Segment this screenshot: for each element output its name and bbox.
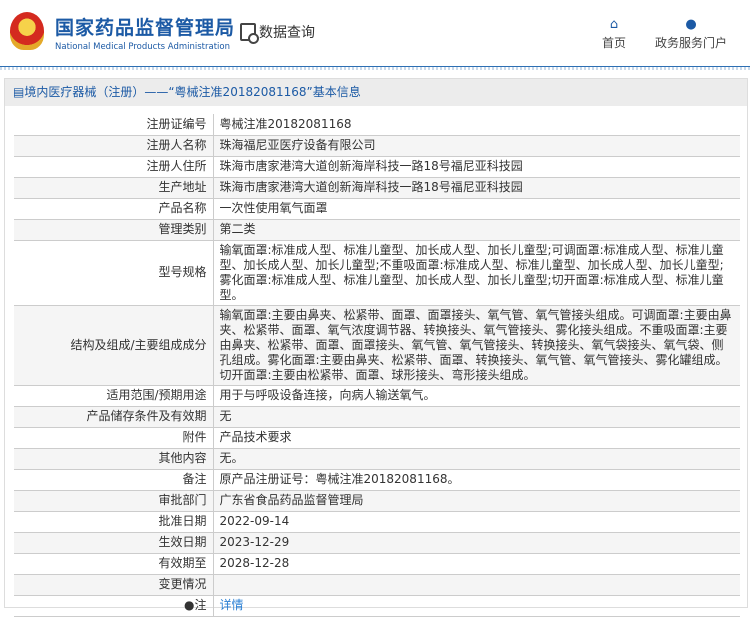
row-label: 备注 xyxy=(14,469,214,491)
table-row: 注册证编号 粤械注准20182081168 xyxy=(14,114,740,136)
row-value: 无 xyxy=(213,406,740,428)
row-label: 其他内容 xyxy=(14,448,214,470)
site-title-en: National Medical Products Administration xyxy=(55,42,230,52)
breadcrumb-text: 境内医疗器械（注册）——“粤械注准20182081168”基本信息 xyxy=(24,85,361,99)
data-query-link[interactable]: 数据查询 xyxy=(240,22,315,44)
row-label: 有效期至 xyxy=(14,553,214,575)
detail-panel: ▤境内医疗器械（注册）——“粤械注准20182081168”基本信息 注册证编号… xyxy=(4,78,748,617)
table-row: 型号规格 输氧面罩:标准成人型、标准儿童型、加长成人型、加长儿童型;可调面罩:标准… xyxy=(14,240,740,306)
nav-gov-service-label: 政务服务门户 xyxy=(655,36,728,50)
row-value: 产品技术要求 xyxy=(213,427,740,449)
row-value: 珠海福尼亚医疗设备有限公司 xyxy=(213,135,740,157)
row-value: 珠海市唐家港湾大道创新海岸科技一路18号福尼亚科技园 xyxy=(213,177,740,199)
data-query-label: 数据查询 xyxy=(259,25,315,41)
row-value: 原产品注册证号：粤械注准20182081168。 xyxy=(213,469,740,491)
table-row: 注册人名称 珠海福尼亚医疗设备有限公司 xyxy=(14,135,740,157)
row-label: 注册证编号 xyxy=(14,114,214,136)
row-label: 产品名称 xyxy=(14,198,214,220)
table-row: 注册人住所 珠海市唐家港湾大道创新海岸科技一路18号福尼亚科技园 xyxy=(14,156,740,178)
nav-gov-service[interactable]: ● 政务服务门户 xyxy=(655,16,727,51)
row-label: 生效日期 xyxy=(14,532,214,554)
row-value: 2028-12-28 xyxy=(213,553,740,575)
row-value: 用于与呼吸设备连接，向病人输送氧气。 xyxy=(213,385,740,407)
user-icon: ● xyxy=(685,17,697,32)
note-label: 注 xyxy=(194,598,207,612)
site-header: 国家药品监督管理局 National Medical Products Admi… xyxy=(0,0,750,70)
row-label: 审批部门 xyxy=(14,490,214,512)
row-value: 一次性使用氧气面罩 xyxy=(213,198,740,220)
table-row: 有效期至 2028-12-28 xyxy=(14,553,740,575)
national-emblem-logo xyxy=(10,12,44,50)
table-row: 批准日期 2022-09-14 xyxy=(14,511,740,533)
row-value: 2022-09-14 xyxy=(213,511,740,533)
table-row: 产品名称 一次性使用氧气面罩 xyxy=(14,198,740,220)
row-value: 详情 xyxy=(213,595,740,617)
row-value: 输氧面罩:标准成人型、标准儿童型、加长成人型、加长儿童型;可调面罩:标准成人型、… xyxy=(213,240,740,306)
table-row: 结构及组成/主要组成成分 输氧面罩:主要由鼻夹、松紧带、面罩、面罩接头、氧气管、氧… xyxy=(14,305,740,386)
row-value: 输氧面罩:主要由鼻夹、松紧带、面罩、面罩接头、氧气管、氧气管接头组成。可调面罩:… xyxy=(213,305,740,386)
table-row: 管理类别 第二类 xyxy=(14,219,740,241)
row-label: 批准日期 xyxy=(14,511,214,533)
row-value: 珠海市唐家港湾大道创新海岸科技一路18号福尼亚科技园 xyxy=(213,156,740,178)
breadcrumb: ▤境内医疗器械（注册）——“粤械注准20182081168”基本信息 xyxy=(5,79,747,106)
details-link[interactable]: 详情 xyxy=(220,598,244,612)
row-label: 适用范围/预期用途 xyxy=(14,385,214,407)
row-value: 粤械注准20182081168 xyxy=(213,114,740,136)
row-value: 广东省食品药品监督管理局 xyxy=(213,490,740,512)
home-icon: ⌂ xyxy=(609,17,619,32)
row-value: 无。 xyxy=(213,448,740,470)
pin-icon: ● xyxy=(184,598,195,612)
nav-home-label: 首页 xyxy=(602,36,627,50)
site-title-cn: 国家药品监督管理局 xyxy=(55,17,236,39)
table-row-note: ●注 详情 xyxy=(14,595,740,617)
table-row: 审批部门 广东省食品药品监督管理局 xyxy=(14,490,740,512)
table-row: 其他内容 无。 xyxy=(14,448,740,470)
row-value: 第二类 xyxy=(213,219,740,241)
nav-home[interactable]: ⌂ 首页 xyxy=(602,16,626,51)
row-label: 变更情况 xyxy=(14,574,214,596)
row-value: 2023-12-29 xyxy=(213,532,740,554)
row-label: 注册人住所 xyxy=(14,156,214,178)
table-row: 生效日期 2023-12-29 xyxy=(14,532,740,554)
table-row: 附件 产品技术要求 xyxy=(14,427,740,449)
table-row: 生产地址 珠海市唐家港湾大道创新海岸科技一路18号福尼亚科技园 xyxy=(14,177,740,199)
row-label: ●注 xyxy=(14,595,214,617)
table-row: 变更情况 xyxy=(14,574,740,596)
row-label: 结构及组成/主要组成成分 xyxy=(14,305,214,386)
row-label: 生产地址 xyxy=(14,177,214,199)
detail-table: 注册证编号 粤械注准20182081168 注册人名称 珠海福尼亚医疗设备有限公司 注册… xyxy=(14,114,740,617)
row-label: 注册人名称 xyxy=(14,135,214,157)
search-document-icon xyxy=(240,23,259,44)
row-label: 管理类别 xyxy=(14,219,214,241)
row-value xyxy=(213,574,740,596)
table-row: 备注 原产品注册证号：粤械注准20182081168。 xyxy=(14,469,740,491)
table-row: 适用范围/预期用途 用于与呼吸设备连接，向病人输送氧气。 xyxy=(14,385,740,407)
row-label: 型号规格 xyxy=(14,240,214,306)
table-row: 产品储存条件及有效期无 xyxy=(14,406,740,428)
row-label: 产品储存条件及有效期 xyxy=(14,406,214,428)
site-brand[interactable]: 国家药品监督管理局 National Medical Products Admi… xyxy=(55,13,235,52)
row-label: 附件 xyxy=(14,427,214,449)
